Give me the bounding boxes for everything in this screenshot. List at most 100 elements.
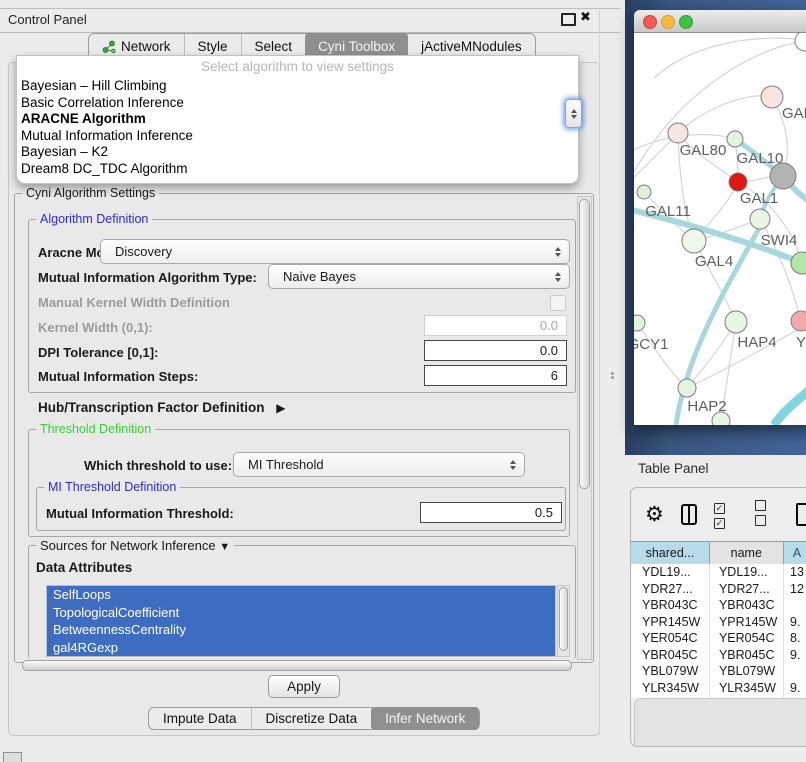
aracne-mode-value: Discovery [101, 244, 555, 259]
dropdown-item[interactable]: Mutual Information Inference [17, 128, 578, 145]
node-label: HAP2 [687, 398, 726, 415]
close-panel-icon[interactable]: ✖ [580, 9, 591, 25]
combo-stepper-icon [555, 247, 561, 257]
table-row[interactable]: YDR27...YDR27...12 [631, 581, 806, 598]
mi-type-value: Naive Bayes [269, 269, 555, 284]
hub-definition-label: Hub/Transcription Factor Definition [38, 400, 265, 415]
list-item-selected[interactable]: TopologicalCoefficient [47, 604, 555, 622]
table-row[interactable]: YBR045CYBR045C9. [631, 647, 806, 664]
mi-type-label: Mutual Information Algorithm Type: [38, 270, 257, 285]
table-row[interactable]: YDL19...YDL19...13 [631, 564, 806, 581]
node-pink[interactable] [791, 311, 806, 331]
show-columns-icon[interactable]: ✓✓ [714, 499, 738, 529]
data-attributes-label: Data Attributes [36, 560, 132, 575]
tab-select-label: Select [255, 39, 293, 54]
dropdown-item[interactable]: Bayesian – K2 [17, 144, 578, 161]
close-traffic-light[interactable] [643, 15, 657, 29]
splitpane-grip[interactable] [609, 371, 615, 380]
network-canvas[interactable]: GAL GAL80 GAL10 GAL1 GAL11 SWI4 GAL4 GCY… [634, 33, 806, 425]
table-row[interactable]: YBL079WYBL079W [631, 663, 806, 680]
apply-button-label: Apply [287, 679, 321, 694]
table-row[interactable]: YBR043CYBR043C [631, 597, 806, 614]
dropdown-item[interactable]: Basic Correlation Inference [17, 95, 578, 112]
collapsed-arrow-icon: ▶ [276, 401, 285, 415]
kernel-width-field[interactable]: 0.0 [424, 315, 567, 336]
list-scrollbar-thumb[interactable] [559, 587, 568, 651]
node-label: GAL4 [695, 253, 733, 270]
node-partial[interactable] [795, 33, 806, 51]
list-item-selected[interactable]: gal4RGexp [47, 639, 555, 657]
which-threshold-combo[interactable]: MI Threshold [233, 452, 525, 477]
node-gal11[interactable] [637, 185, 651, 199]
panel-divider-line [599, 8, 600, 735]
float-panel-icon[interactable] [561, 13, 576, 26]
node-swi4[interactable] [791, 252, 806, 274]
tab-discretize-data-label: Discretize Data [266, 711, 358, 726]
node-gal10[interactable] [727, 131, 743, 147]
tab-discretize-data[interactable]: Discretize Data [251, 708, 372, 729]
table-row[interactable]: YER054CYER054C8. [631, 630, 806, 647]
network-icon [102, 40, 116, 54]
column-header-shared-name[interactable]: shared... [631, 542, 710, 564]
tab-jactivemnodules-label: jActiveMNodules [421, 39, 522, 54]
expanded-arrow-icon: ▼ [219, 541, 230, 553]
minimize-traffic-light[interactable] [661, 15, 675, 29]
bottom-tabbar: Impute Data Discretize Data Infer Networ… [148, 707, 480, 730]
node-gal4[interactable] [682, 229, 706, 253]
node-label: GCY1 [634, 336, 668, 353]
zoom-traffic-light[interactable] [679, 15, 693, 29]
dropdown-item-highlighted[interactable]: ARACNE Algorithm [17, 111, 578, 128]
column-header-partial[interactable]: A [784, 542, 806, 564]
manual-kernel-checkbox[interactable] [550, 295, 566, 311]
sources-title[interactable]: Sources for Network Inference ▼ [36, 538, 234, 553]
node-label: GAL11 [645, 203, 691, 220]
node-label: GAL [782, 105, 806, 122]
algorithm-combo-placeholder[interactable]: Select algorithm to view settings [17, 56, 578, 78]
export-table-icon[interactable] [796, 503, 806, 526]
list-item-selected[interactable]: SelfLoops [47, 586, 555, 604]
table-row[interactable]: YPR145WYPR145W9. [631, 614, 806, 631]
hub-definition-expander[interactable]: Hub/Transcription Factor Definition ▶ [38, 400, 286, 415]
table-row[interactable]: YLR345WYLR345W9. [631, 680, 806, 697]
dropdown-item[interactable]: Bayesian – Hill Climbing [17, 78, 578, 95]
node-hap2[interactable] [678, 379, 696, 397]
network-nodes[interactable] [634, 33, 806, 425]
network-window-titlebar[interactable] [634, 10, 806, 33]
table-toolbar: ⚙ ✓✓ [631, 488, 806, 540]
which-threshold-value: MI Threshold [234, 457, 510, 472]
node-gal2[interactable] [761, 86, 783, 108]
network-graph: GAL GAL80 GAL10 GAL1 GAL11 SWI4 GAL4 GCY… [634, 33, 806, 425]
collapsed-panel-icon[interactable] [3, 752, 22, 762]
columns-icon[interactable] [681, 504, 697, 525]
tab-infer-network[interactable]: Infer Network [371, 707, 479, 730]
column-header-name[interactable]: name [710, 542, 784, 564]
horizontal-scrollbar-thumb[interactable] [22, 660, 572, 671]
table-panel: ⚙ ✓✓ shared... name A YDL19...YDL19...13… [630, 487, 806, 747]
node-hap4[interactable] [725, 311, 747, 333]
manual-kernel-label: Manual Kernel Width Definition [38, 295, 230, 310]
table-footer-scroll-area[interactable] [634, 698, 806, 747]
tab-impute-data[interactable]: Impute Data [149, 708, 251, 729]
node-gal1[interactable] [750, 209, 770, 229]
node-label: GAL80 [680, 142, 727, 159]
node-gal80[interactable] [668, 123, 688, 143]
aracne-mode-combo[interactable]: Discovery [100, 239, 570, 264]
stepper-down-icon [571, 115, 577, 119]
node-gcy1[interactable] [634, 315, 645, 331]
apply-button[interactable]: Apply [268, 675, 340, 698]
mi-steps-field[interactable]: 6 [424, 365, 567, 386]
dpi-tolerance-field[interactable]: 0.0 [424, 340, 567, 361]
mi-threshold-field[interactable]: 0.5 [420, 502, 562, 523]
gear-icon[interactable]: ⚙ [645, 504, 664, 525]
dropdown-item[interactable]: Dream8 DC_TDC Algorithm [17, 161, 578, 178]
hide-columns-icon[interactable] [755, 499, 779, 529]
list-item-selected[interactable]: BetweennessCentrality [47, 621, 555, 639]
kernel-width-label: Kernel Width (0,1): [38, 320, 153, 335]
mi-threshold-label: Mutual Information Threshold: [46, 506, 234, 521]
mi-type-combo[interactable]: Naive Bayes [268, 264, 570, 289]
algorithm-combo-stepper[interactable] [565, 99, 582, 128]
sources-title-text: Sources for Network Inference [40, 538, 216, 553]
settings-scrollbar-thumb[interactable] [579, 199, 590, 489]
node-red[interactable] [729, 173, 747, 191]
tab-network-label: Network [121, 39, 171, 54]
